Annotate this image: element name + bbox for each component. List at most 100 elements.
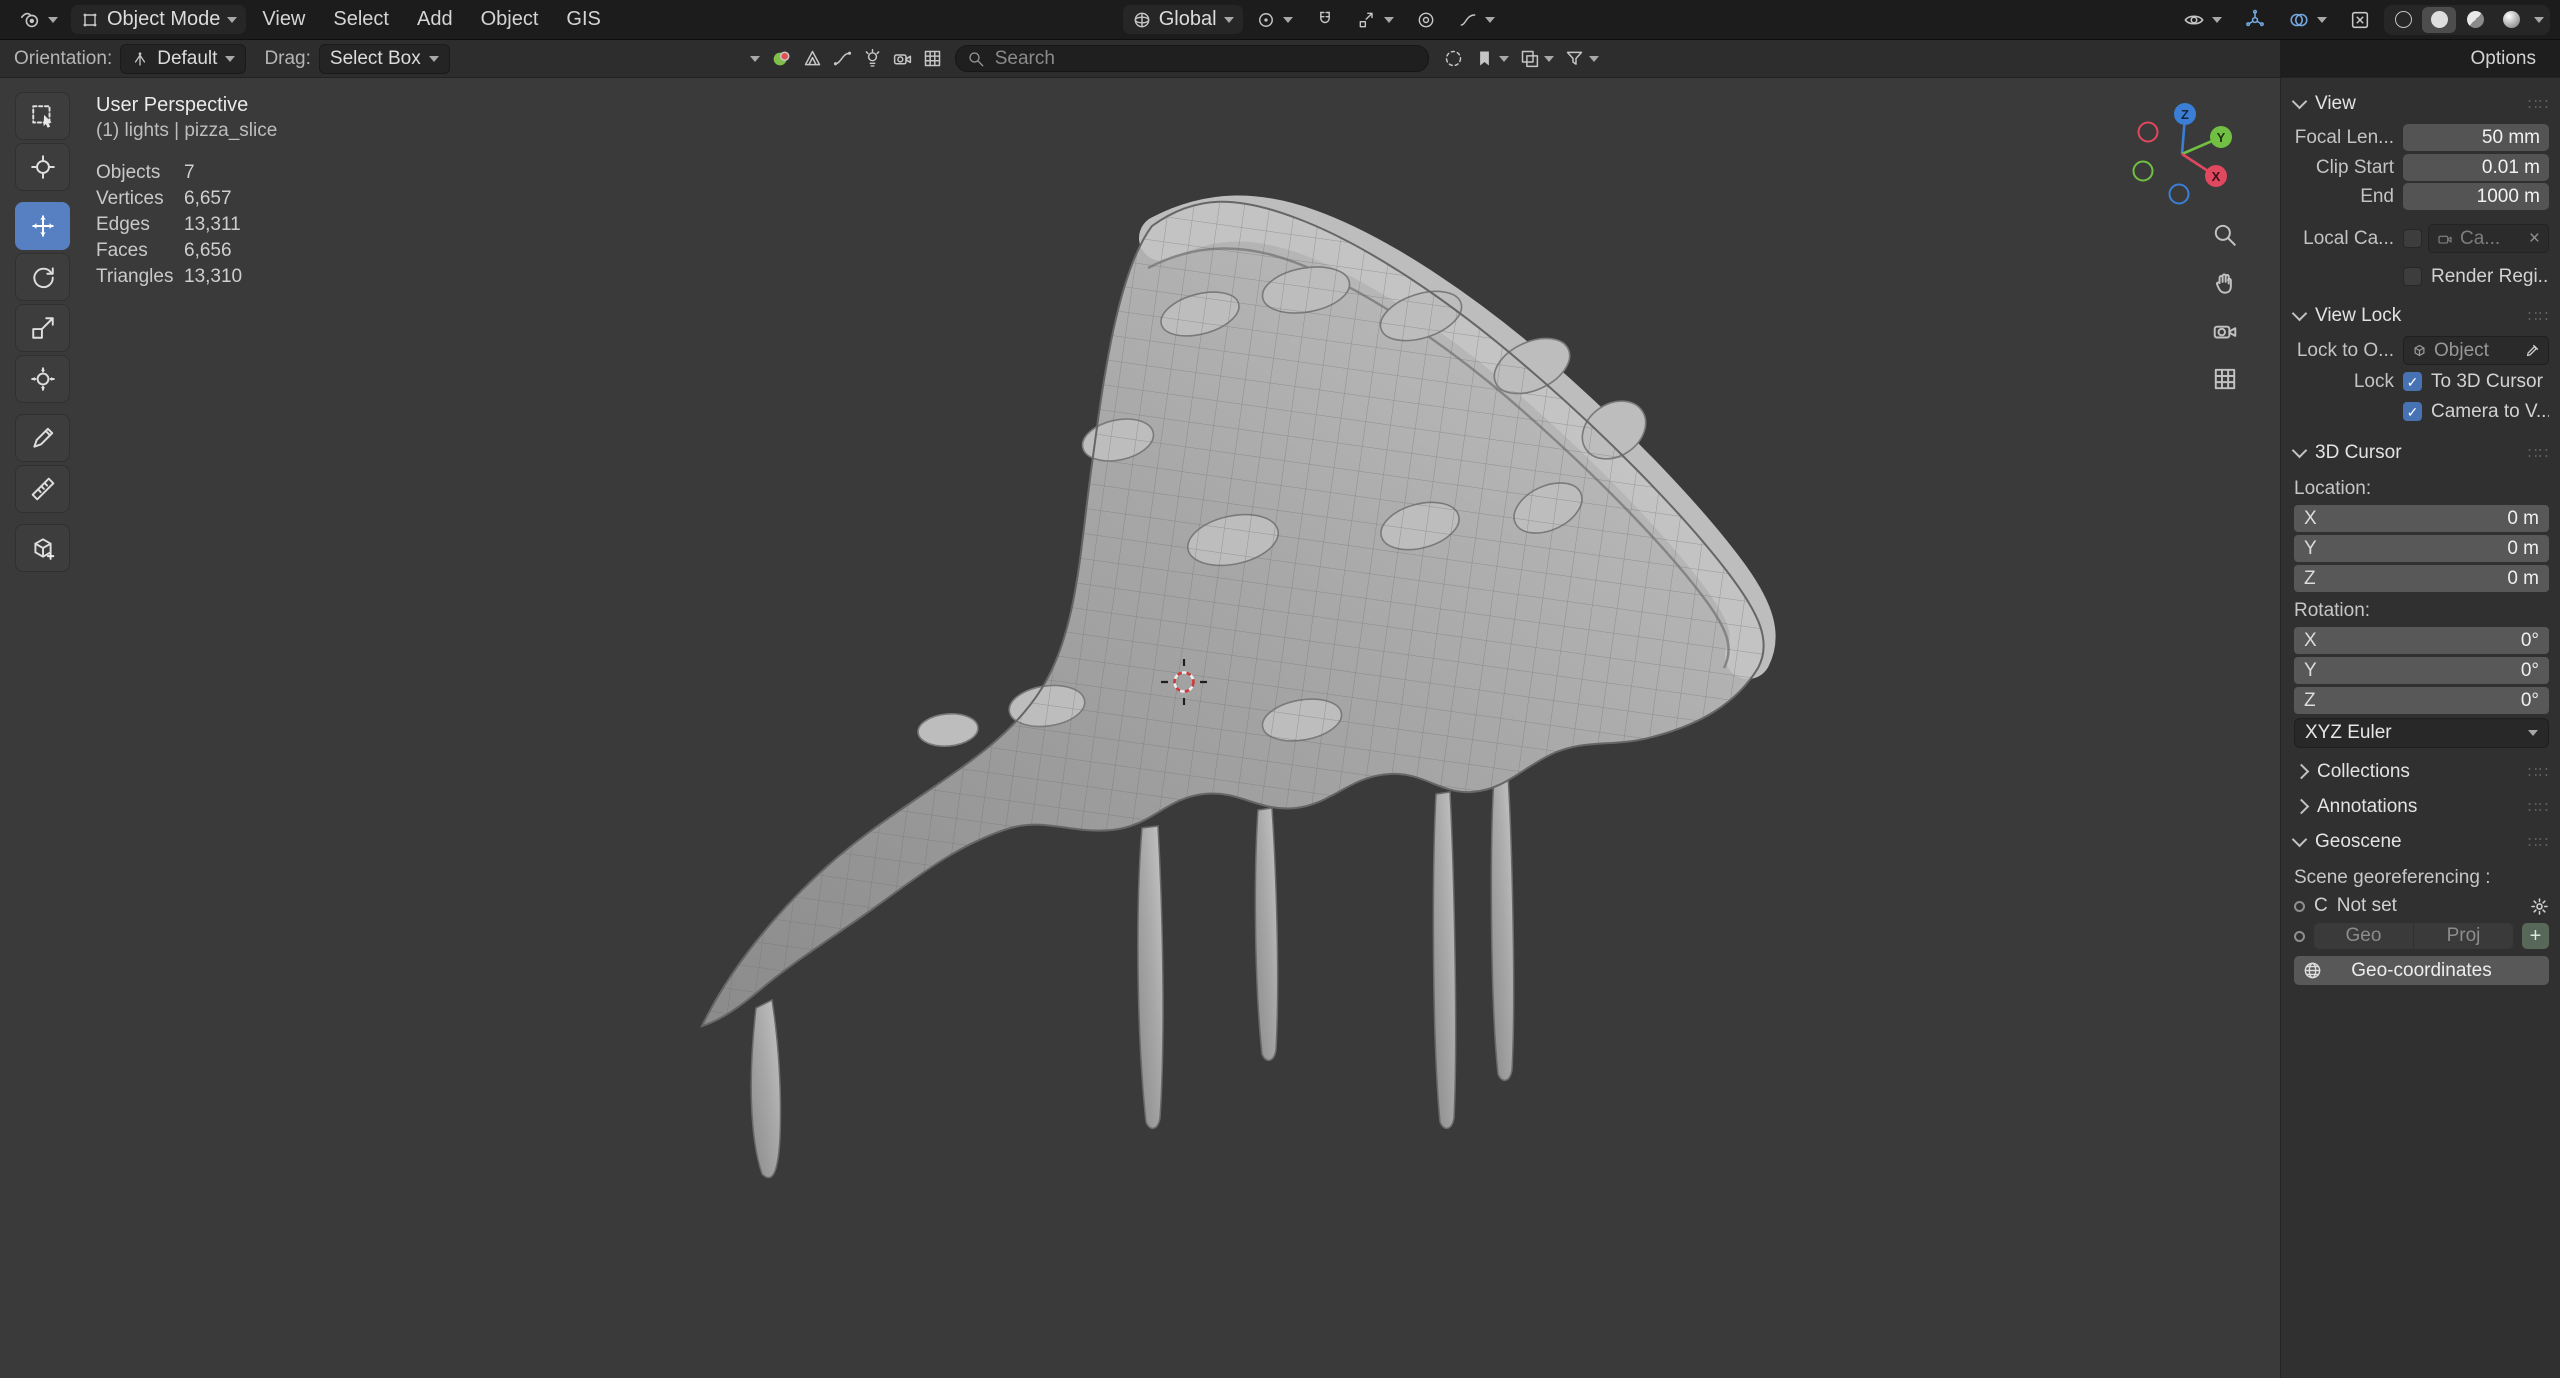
axis-neg-x-ball[interactable] (2139, 123, 2158, 142)
panel-grip[interactable]: ∷∷ (2528, 444, 2549, 462)
focal-length-field[interactable]: 50 mm (2403, 124, 2549, 151)
search-input[interactable] (993, 47, 1417, 71)
pan-hand-button[interactable] (2209, 267, 2240, 298)
collapse-chevron-icon[interactable] (750, 56, 760, 62)
camera-view-button[interactable] (2209, 315, 2240, 346)
cursor-location-z[interactable]: Z0 m (2294, 565, 2549, 592)
zoom-button[interactable] (2209, 219, 2240, 250)
tool-transform[interactable] (15, 355, 70, 403)
mode-selector[interactable]: Object Mode (71, 5, 246, 34)
object-visibility-dropdown[interactable] (2174, 5, 2231, 34)
panel-grip[interactable]: ∷∷ (2528, 95, 2549, 113)
toolbar-gap (15, 194, 70, 202)
orientation-dropdown[interactable]: Default (120, 44, 246, 74)
filter-camera-icon[interactable] (892, 48, 913, 69)
filter-grid-icon[interactable] (922, 48, 943, 69)
section-view[interactable]: View ∷∷ (2294, 86, 2549, 121)
filter-funnel-icon[interactable] (1564, 48, 1585, 69)
local-camera-field[interactable]: Ca... × (2428, 224, 2549, 253)
rotation-mode-dropdown[interactable]: XYZ Euler (2294, 718, 2549, 748)
menu-object[interactable]: Object (469, 5, 551, 34)
cursor-rotation-y[interactable]: Y0° (2294, 657, 2549, 684)
tool-scale[interactable] (15, 304, 70, 352)
tool-rotate[interactable] (15, 253, 70, 301)
axis-icon (131, 50, 149, 68)
add-georef-button[interactable]: + (2522, 923, 2549, 949)
geo-coordinates-button[interactable]: Geo-coordinates (2294, 956, 2549, 985)
menu-gis[interactable]: GIS (554, 5, 612, 34)
focal-length-value: 50 mm (2482, 127, 2540, 149)
shading-rendered-button[interactable] (2494, 7, 2528, 33)
render-region-label: Render Regi... (2431, 266, 2549, 288)
filter-curve-icon[interactable] (832, 48, 853, 69)
crs-radio[interactable] (2294, 901, 2305, 912)
section-geoscene[interactable]: Geoscene ∷∷ (2294, 824, 2549, 859)
panel-grip[interactable]: ∷∷ (2528, 763, 2549, 781)
falloff-dropdown[interactable] (1449, 5, 1504, 34)
options-button[interactable]: Options (2280, 40, 2560, 77)
section-collections[interactable]: Collections ∷∷ (2294, 754, 2549, 789)
bookmark-icon[interactable] (1474, 48, 1495, 69)
lock-to-3d-cursor-checkbox[interactable] (2403, 372, 2422, 391)
tool-cursor[interactable] (15, 143, 70, 191)
panel-grip[interactable]: ∷∷ (2528, 798, 2549, 816)
pizza-slice-mesh[interactable] (702, 202, 1764, 1178)
shading-wireframe-button[interactable] (2386, 7, 2420, 33)
menu-view[interactable]: View (250, 5, 317, 34)
tool-add-cube[interactable] (15, 524, 70, 572)
axis-neg-y-ball[interactable] (2134, 162, 2153, 181)
toggle-xray-button[interactable] (2340, 5, 2380, 34)
menu-select[interactable]: Select (321, 5, 401, 34)
lock-to-object-field[interactable]: Object (2403, 336, 2549, 365)
rotation-label: Rotation: (2294, 600, 2549, 622)
axis-neg-z-ball[interactable] (2170, 185, 2189, 204)
tool-annotate[interactable] (15, 414, 70, 462)
cursor-rotation-z[interactable]: Z0° (2294, 687, 2549, 714)
toggle-ortho-grid-button[interactable] (2209, 363, 2240, 394)
snap-settings-dropdown[interactable] (1348, 5, 1403, 34)
show-overlays-dropdown[interactable] (2279, 5, 2336, 34)
camera-to-view-checkbox[interactable] (2403, 402, 2422, 421)
shading-solid-button[interactable] (2422, 7, 2456, 33)
proj-button[interactable]: Proj (2414, 923, 2513, 949)
geo-button[interactable]: Geo (2314, 923, 2413, 949)
tool-measure[interactable] (15, 465, 70, 513)
clear-icon[interactable]: × (2529, 228, 2540, 250)
viewport-3d[interactable]: User Perspective (1) lights | pizza_slic… (0, 78, 2280, 1378)
tool-select-box[interactable] (15, 92, 70, 140)
overlays-icon (2288, 9, 2310, 31)
clip-start-field[interactable]: 0.01 m (2403, 154, 2549, 181)
section-view-lock[interactable]: View Lock ∷∷ (2294, 298, 2549, 333)
local-camera-checkbox[interactable] (2403, 229, 2422, 248)
section-annotations[interactable]: Annotations ∷∷ (2294, 789, 2549, 824)
panel-grip[interactable]: ∷∷ (2528, 307, 2549, 325)
render-region-checkbox[interactable] (2403, 267, 2422, 286)
tool-move[interactable] (15, 202, 70, 250)
app-menu-button[interactable] (10, 5, 67, 34)
eyedropper-icon[interactable] (2525, 343, 2540, 358)
copy-view-icon[interactable] (1519, 48, 1540, 69)
filter-mesh-icon[interactable] (802, 48, 823, 69)
scene-canvas[interactable] (0, 78, 2280, 1378)
section-3d-cursor[interactable]: 3D Cursor ∷∷ (2294, 435, 2549, 470)
cursor-rotation-x[interactable]: X0° (2294, 627, 2549, 654)
transform-orientation-dropdown[interactable]: Global (1123, 5, 1243, 34)
show-gizmo-toggle[interactable] (2235, 5, 2275, 34)
filter-light-icon[interactable] (862, 48, 883, 69)
panel-grip[interactable]: ∷∷ (2528, 833, 2549, 851)
pivot-point-dropdown[interactable] (1247, 5, 1302, 34)
annotation-circle-icon[interactable] (1443, 48, 1464, 69)
shading-material-button[interactable] (2458, 7, 2492, 33)
menu-add[interactable]: Add (405, 5, 465, 34)
drag-dropdown[interactable]: Select Box (319, 44, 450, 74)
navigation-gizmo[interactable]: Z Y X (2118, 84, 2248, 214)
proportional-editing-toggle[interactable] (1407, 5, 1445, 34)
gear-icon[interactable] (2530, 897, 2549, 916)
search-box[interactable] (955, 45, 1429, 72)
clip-end-field[interactable]: 1000 m (2403, 183, 2549, 210)
cursor-location-x[interactable]: X0 m (2294, 505, 2549, 532)
color-swatch-icon[interactable] (770, 48, 792, 70)
cursor-location-y[interactable]: Y0 m (2294, 535, 2549, 562)
snap-toggle-button[interactable] (1306, 5, 1344, 34)
geo-proj-radio[interactable] (2294, 931, 2305, 942)
